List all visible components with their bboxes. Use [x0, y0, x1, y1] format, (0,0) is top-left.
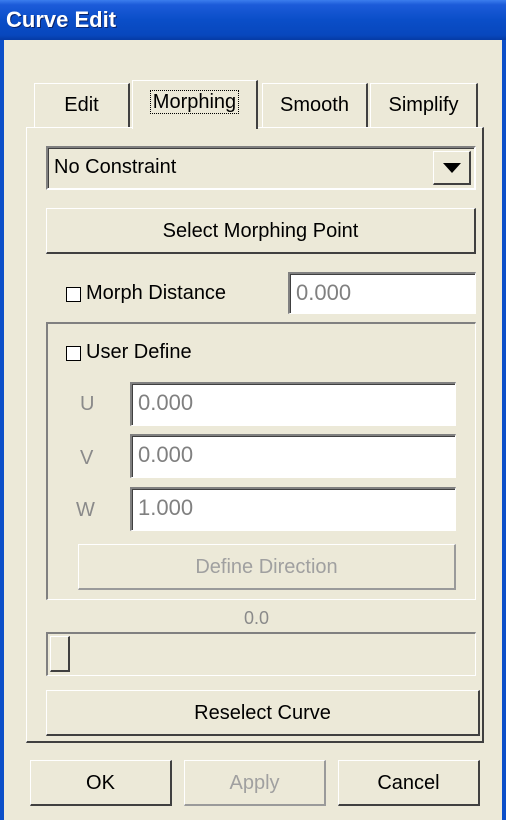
tab-smooth[interactable]: Smooth — [262, 83, 368, 127]
tab-edit[interactable]: Edit — [34, 83, 130, 127]
morph-distance-field[interactable]: 0.000 — [288, 272, 476, 314]
window-frame-right — [502, 40, 506, 820]
tab-simplify[interactable]: Simplify — [370, 83, 478, 127]
apply-button[interactable]: Apply — [184, 760, 326, 806]
reselect-curve-label: Reselect Curve — [194, 702, 331, 724]
select-morphing-point-button[interactable]: Select Morphing Point — [46, 208, 476, 254]
slider-value-label: 0.0 — [244, 608, 270, 628]
u-field[interactable]: 0.000 — [130, 382, 456, 426]
reselect-curve-button[interactable]: Reselect Curve — [46, 690, 480, 736]
morph-distance-label: Morph Distance — [86, 282, 227, 304]
w-field[interactable]: 1.000 — [130, 487, 456, 531]
v-label: V — [80, 447, 94, 469]
u-label: U — [80, 393, 95, 415]
tab-morphing-label: Morphing — [149, 90, 240, 114]
cancel-button[interactable]: Cancel — [338, 760, 480, 806]
morph-distance-value: 0.000 — [296, 280, 352, 305]
tab-edit-label: Edit — [64, 94, 99, 116]
chevron-down-icon — [443, 163, 461, 173]
user-define-label: User Define — [86, 341, 192, 363]
define-direction-label: Define Direction — [195, 556, 338, 578]
v-value: 0.000 — [138, 442, 194, 467]
tab-smooth-label: Smooth — [280, 94, 349, 116]
morph-distance-checkbox[interactable] — [66, 287, 81, 302]
morph-slider[interactable] — [46, 632, 476, 676]
w-label: W — [76, 499, 95, 521]
ok-button[interactable]: OK — [30, 760, 172, 806]
window-frame-left — [0, 40, 4, 820]
tab-morphing[interactable]: Morphing — [132, 80, 258, 129]
v-field[interactable]: 0.000 — [130, 434, 456, 478]
cancel-label: Cancel — [377, 772, 440, 794]
select-morphing-point-label: Select Morphing Point — [162, 220, 359, 242]
ok-label: OK — [86, 772, 115, 794]
user-define-checkbox[interactable] — [66, 346, 81, 361]
constraint-select-value: No Constraint — [54, 156, 177, 178]
w-value: 1.000 — [138, 495, 194, 520]
define-direction-button[interactable]: Define Direction — [78, 544, 456, 590]
u-value: 0.000 — [138, 390, 194, 415]
tab-simplify-label: Simplify — [388, 94, 459, 116]
slider-thumb[interactable] — [50, 636, 70, 672]
dropdown-arrow-button[interactable] — [433, 151, 471, 185]
constraint-select[interactable]: No Constraint — [46, 146, 476, 190]
window-title: Curve Edit — [0, 0, 506, 40]
apply-label: Apply — [229, 772, 280, 794]
